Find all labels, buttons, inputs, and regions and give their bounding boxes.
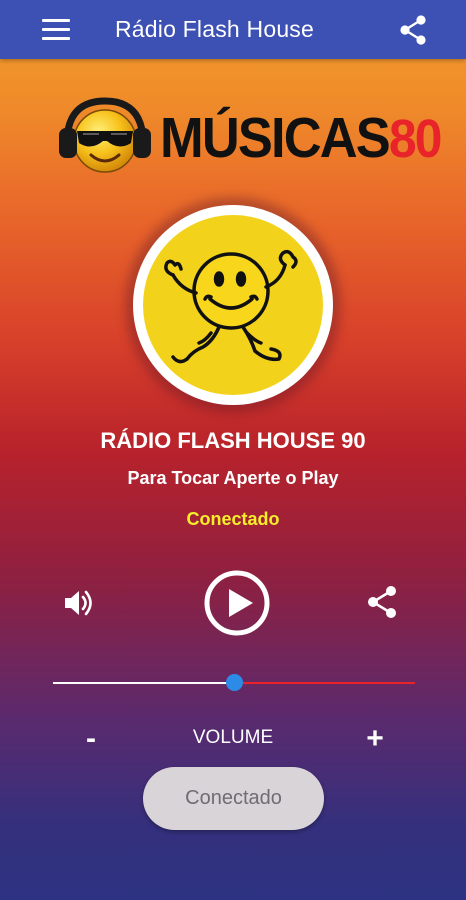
station-subtitle: Para Tocar Aperte o Play [127, 468, 339, 488]
dancing-smiley-graphic [164, 249, 298, 364]
share-icon[interactable] [396, 13, 430, 47]
volume-slider-track [234, 682, 415, 684]
volume-slider-thumb[interactable] [226, 674, 243, 691]
connection-status: Conectado [186, 509, 280, 529]
menu-icon-line [42, 28, 70, 31]
dancing-smiley-icon [143, 215, 323, 395]
logo-text-number: 80 [388, 109, 442, 169]
volume-icon-graphic [65, 590, 92, 616]
play-icon [204, 570, 270, 636]
play-button[interactable] [202, 568, 272, 638]
logo-text-main: MÚSICAS [160, 106, 391, 170]
app-screen: Rádio Flash House MÚSICAS80 RÁDIO FLASH … [0, 0, 466, 900]
volume-slider[interactable] [53, 671, 415, 695]
menu-icon-line [42, 37, 70, 40]
menu-button[interactable] [36, 12, 76, 48]
logo-text: MÚSICAS80 [160, 103, 442, 174]
volume-up-button[interactable]: + [362, 722, 388, 756]
smiley-headphones-icon [59, 97, 151, 173]
volume-icon[interactable] [61, 585, 97, 621]
volume-label: VOLUME [192, 727, 274, 748]
musicas80-logo: MÚSICAS80 [55, 95, 442, 183]
app-title: Rádio Flash House [115, 16, 315, 42]
share-icon[interactable] [364, 584, 400, 620]
app-bar: Rádio Flash House [0, 0, 466, 59]
menu-icon-line [42, 19, 70, 22]
share-icon-graphic [368, 586, 396, 618]
station-name: RÁDIO FLASH HOUSE 90 [100, 428, 366, 453]
station-artwork [133, 205, 333, 405]
share-icon-graphic [400, 15, 426, 45]
connect-button[interactable]: Conectado [143, 767, 324, 830]
volume-slider-filled [53, 682, 234, 684]
